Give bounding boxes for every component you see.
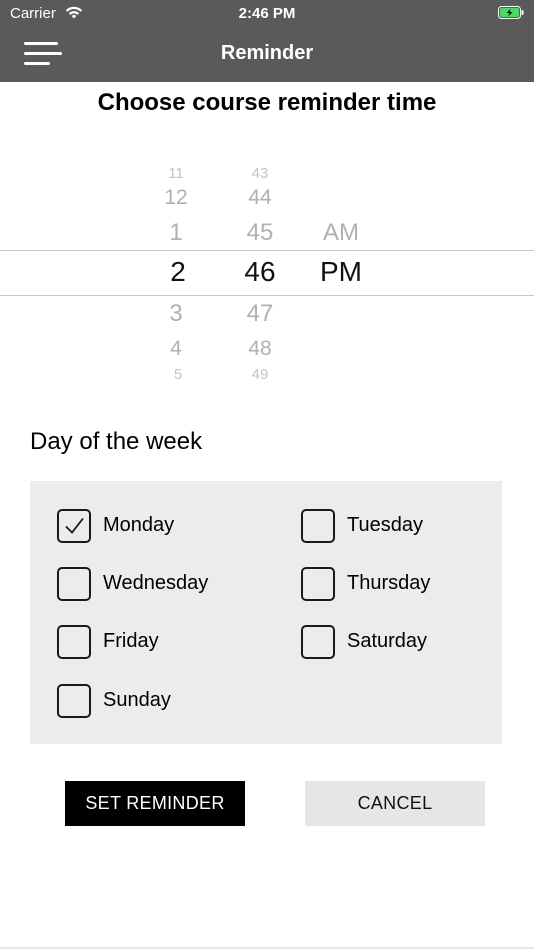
nav-title: Reminder [220, 42, 314, 64]
ampm-selected[interactable]: PM [306, 256, 376, 288]
day-label: Wednesday [103, 572, 209, 594]
checkbox-friday[interactable] [57, 625, 91, 659]
time-picker[interactable]: 11 12 1 2 3 4 5 43 44 45 46 47 48 49 AM … [0, 150, 534, 390]
days-panel: Monday Tuesday Wednesday Thursday Friday… [30, 481, 502, 744]
hour-option: 1 [169, 219, 183, 246]
checkbox-sunday[interactable] [57, 684, 91, 718]
checkbox-thursday[interactable] [301, 567, 335, 601]
day-label: Saturday [347, 630, 428, 652]
day-monday[interactable]: Monday [57, 509, 257, 543]
minute-option: 48 [248, 337, 272, 360]
cancel-button[interactable]: CANCEL [305, 781, 485, 826]
status-time: 2:46 PM [238, 5, 296, 22]
checkbox-wednesday[interactable] [57, 567, 91, 601]
checkbox-monday[interactable] [57, 509, 91, 543]
status-bar: Carrier 2:46 PM [0, 0, 534, 28]
day-label: Sunday [103, 689, 171, 711]
ampm-option: AM [323, 219, 359, 246]
bottom-divider [0, 947, 534, 949]
hour-option: 12 [164, 186, 188, 209]
battery-charging-icon [498, 6, 524, 19]
minute-option: 49 [251, 366, 269, 383]
day-tuesday[interactable]: Tuesday [301, 509, 491, 543]
day-saturday[interactable]: Saturday [301, 625, 491, 659]
minute-option: 44 [248, 186, 272, 209]
hour-option: 5 [173, 366, 183, 383]
minute-option: 45 [246, 219, 274, 246]
day-thursday[interactable]: Thursday [301, 567, 491, 601]
hour-option: 4 [170, 337, 182, 360]
day-of-week-title: Day of the week [30, 428, 203, 455]
day-wednesday[interactable]: Wednesday [57, 567, 267, 601]
day-label: Tuesday [347, 514, 423, 536]
picker-selection-top-line [0, 250, 534, 251]
checkbox-saturday[interactable] [301, 625, 335, 659]
minute-option: 47 [246, 300, 274, 327]
hour-option: 3 [169, 300, 183, 327]
day-label: Monday [103, 514, 175, 536]
checkmark-icon [65, 517, 84, 534]
set-reminder-button[interactable]: SET REMINDER [65, 781, 245, 826]
day-friday[interactable]: Friday [57, 625, 257, 659]
day-sunday[interactable]: Sunday [57, 684, 257, 718]
day-label: Friday [103, 630, 159, 652]
picker-selection-bottom-line [0, 295, 534, 296]
hour-selected[interactable]: 2 [148, 256, 208, 288]
page-title: Choose course reminder time [97, 89, 437, 116]
day-label: Thursday [347, 572, 431, 594]
minute-option: 43 [251, 165, 269, 182]
minute-selected[interactable]: 46 [226, 256, 294, 288]
nav-bar: Reminder [0, 28, 534, 82]
checkbox-tuesday[interactable] [301, 509, 335, 543]
hour-option: 11 [168, 165, 184, 182]
